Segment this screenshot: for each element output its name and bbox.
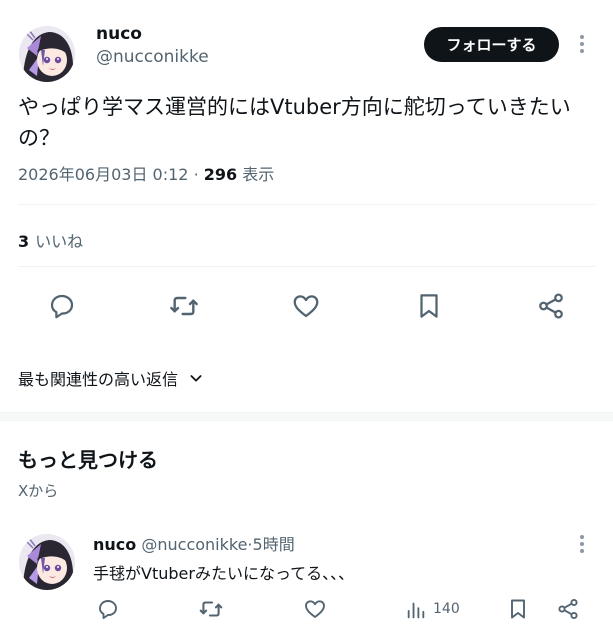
share-icon[interactable] [533, 288, 569, 324]
retweet-icon[interactable] [166, 288, 202, 324]
rec-tweet-text: 手毬がVtuberみたいになってる、、、 [93, 564, 355, 583]
rec-share-icon[interactable] [555, 596, 581, 622]
likes-label: いいね [35, 232, 84, 251]
meta-separator: · [193, 165, 199, 184]
author-display-name[interactable]: nuco [96, 24, 142, 44]
like-icon[interactable] [288, 288, 324, 324]
section-separator [0, 412, 613, 421]
discover-title: もっと見つける [18, 448, 158, 472]
bookmark-icon[interactable] [411, 288, 447, 324]
rec-reply-icon[interactable] [95, 596, 121, 622]
author-avatar[interactable] [19, 26, 75, 82]
tweet-timestamp[interactable]: 2026年06月03日 0:12 [18, 165, 188, 184]
rec-header: nuco @nucconikke·5時間 [93, 531, 295, 555]
discover-subtitle: Xから [18, 482, 59, 500]
tweet-text: やっぱり学マス運営的にはVtuber方向に舵切っていきたいの？ [18, 95, 571, 150]
divider [18, 266, 595, 267]
divider [18, 204, 595, 205]
rec-views-icon[interactable] [404, 598, 428, 622]
rec-author-name[interactable]: nuco [93, 535, 136, 554]
views-label: 表示 [242, 165, 275, 184]
author-handle[interactable]: @nucconikke [96, 47, 209, 67]
chevron-down-icon [190, 375, 202, 382]
likes-summary[interactable]: 3 いいね [18, 228, 83, 252]
rec-views-count: 140 [433, 601, 460, 617]
likes-count: 3 [18, 232, 30, 251]
reply-icon[interactable] [44, 288, 80, 324]
rec-bookmark-icon[interactable] [505, 596, 531, 622]
rec-author-handle[interactable]: @nucconikke [141, 535, 247, 554]
rec-retweet-icon[interactable] [198, 596, 224, 622]
rec-like-icon[interactable] [302, 596, 328, 622]
rec-time[interactable]: 5時間 [253, 535, 295, 554]
replies-sort-dropdown[interactable]: 最も関連性の高い返信 [18, 366, 204, 390]
rec-more-options-icon[interactable] [572, 532, 592, 556]
rec-author-avatar[interactable] [19, 534, 75, 590]
views-count: 296 [203, 165, 238, 184]
more-options-icon[interactable] [572, 32, 592, 56]
tweet-meta: 2026年06月03日 0:12 · 296 表示 [18, 161, 274, 185]
follow-button[interactable]: フォローする [424, 27, 559, 62]
replies-sort-label: 最も関連性の高い返信 [18, 370, 179, 389]
